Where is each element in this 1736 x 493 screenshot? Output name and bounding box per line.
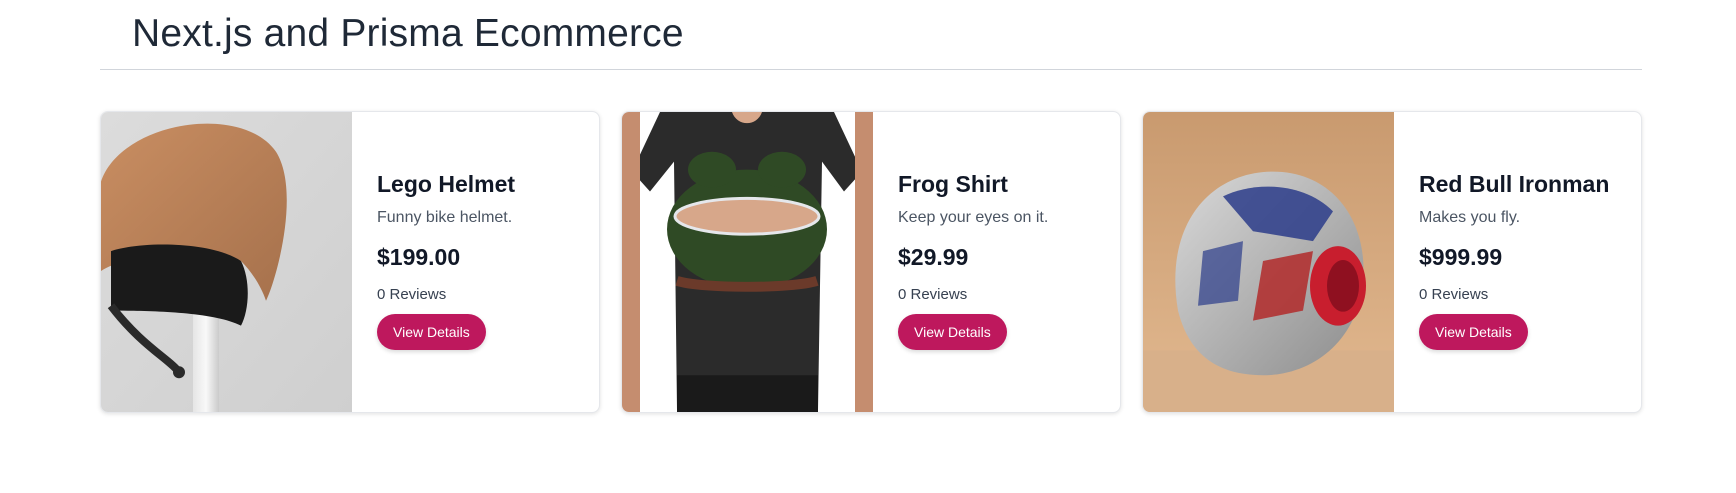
product-info: Lego Helmet Funny bike helmet. $199.00 0… [352, 112, 599, 412]
product-reviews: 0 Reviews [377, 286, 447, 303]
product-card: Lego Helmet Funny bike helmet. $199.00 0… [100, 111, 600, 413]
product-description: Keep your eyes on it. [898, 209, 1049, 226]
product-description: Makes you fly. [1419, 209, 1521, 226]
product-name: Frog Shirt [898, 171, 1008, 197]
product-image-ironman-helmet[interactable] [1143, 112, 1394, 412]
page-title: Next.js and Prisma Ecommerce [132, 12, 684, 55]
view-details-button[interactable]: View Details [1419, 314, 1528, 350]
product-name: Lego Helmet [377, 171, 516, 197]
product-price: $199.00 [377, 244, 461, 270]
product-card: Frog Shirt Keep your eyes on it. $29.99 … [621, 111, 1121, 413]
product-reviews: 0 Reviews [1419, 286, 1489, 303]
view-details-button[interactable]: View Details [377, 314, 486, 350]
product-image-frog-shirt[interactable] [622, 112, 873, 412]
product-name: Red Bull Ironman [1419, 171, 1610, 197]
view-details-button[interactable]: View Details [898, 314, 1007, 350]
product-reviews: 0 Reviews [898, 286, 968, 303]
page: Next.js and Prisma Ecommerce Lego Helmet… [0, 0, 1736, 493]
product-info: Frog Shirt Keep your eyes on it. $29.99 … [873, 112, 1120, 412]
product-info: Red Bull Ironman Makes you fly. $999.99 … [1394, 112, 1641, 412]
product-grid: Lego Helmet Funny bike helmet. $199.00 0… [100, 111, 1642, 413]
ironman-helmet-image [1143, 112, 1394, 412]
product-card: Red Bull Ironman Makes you fly. $999.99 … [1142, 111, 1642, 413]
product-price: $999.99 [1419, 244, 1503, 270]
page-header: Next.js and Prisma Ecommerce [100, 0, 1642, 70]
product-description: Funny bike helmet. [377, 209, 513, 226]
product-image-lego-helmet[interactable] [101, 112, 352, 412]
frog-shirt-image [622, 112, 873, 412]
lego-helmet-image [101, 112, 352, 412]
product-price: $29.99 [898, 244, 969, 270]
